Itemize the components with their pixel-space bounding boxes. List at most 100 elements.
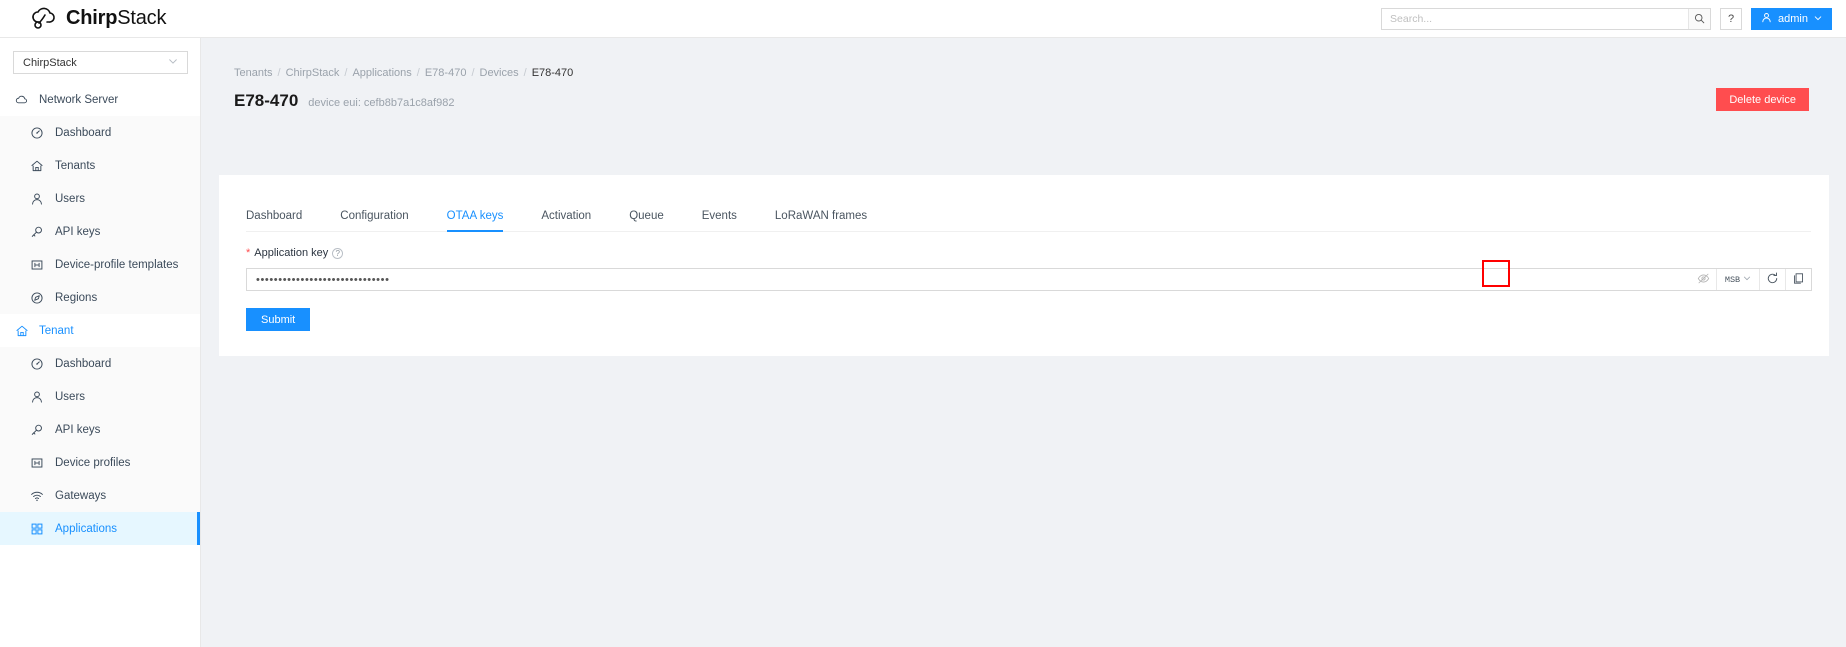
sidebar-item-device-profiles[interactable]: Device profiles <box>0 446 200 479</box>
tab-dashboard[interactable]: Dashboard <box>246 210 302 231</box>
sidebar-item-applications[interactable]: Applications <box>0 512 200 545</box>
sidebar-group-label: Tenant <box>39 325 74 337</box>
search-button[interactable] <box>1688 9 1710 29</box>
sidebar-item-label: Gateways <box>55 490 106 502</box>
cloud-icon <box>15 93 29 107</box>
user-icon <box>30 390 44 404</box>
sidebar-item-label: Device-profile templates <box>55 259 178 271</box>
brand-logo-area[interactable]: ChirpStack <box>28 6 166 32</box>
sidebar-subnav: Dashboard Tenants Users API keys Device-prof… <box>0 116 200 314</box>
brand-title: ChirpStack <box>66 7 166 30</box>
page-title-row: E78-470 device eui: cefb8b7a1c8af982 <box>234 91 1846 111</box>
breadcrumb-item[interactable]: E78-470 <box>425 67 467 79</box>
tab-queue[interactable]: Queue <box>629 210 664 231</box>
submit-button[interactable]: Submit <box>246 308 310 331</box>
sidebar-item-tenants[interactable]: Tenants <box>0 149 200 182</box>
gauge-icon <box>30 357 44 371</box>
question-circle-icon[interactable]: ? <box>332 248 343 259</box>
header-actions: ? admin <box>1381 0 1832 38</box>
search-input[interactable] <box>1382 9 1688 29</box>
tenant-selector-wrap: ChirpStack <box>0 38 200 83</box>
refresh-icon <box>1766 272 1779 288</box>
required-marker: * <box>246 248 250 259</box>
sidebar-item-dashboard[interactable]: Dashboard <box>0 116 200 149</box>
wifi-icon <box>30 489 44 503</box>
sidebar-item-label: Users <box>55 193 85 205</box>
sidebar-item-regions[interactable]: Regions <box>0 281 200 314</box>
breadcrumb-separator: / <box>524 67 527 79</box>
sidebar-item-label: Regions <box>55 292 97 304</box>
copy-key-button[interactable] <box>1785 269 1811 290</box>
user-menu-button[interactable]: admin <box>1751 8 1832 30</box>
device-profile-icon <box>30 456 44 470</box>
sidebar-item-api-keys[interactable]: API keys <box>0 413 200 446</box>
user-menu-label: admin <box>1778 13 1808 25</box>
application-key-label-row: * Application key ? <box>246 247 1829 259</box>
home-icon <box>15 324 29 338</box>
sidebar-item-dashboard[interactable]: Dashboard <box>0 347 200 380</box>
user-icon <box>30 192 44 206</box>
sidebar-group-network-server[interactable]: Network Server <box>0 83 200 116</box>
breadcrumb-separator: / <box>417 67 420 79</box>
brand-title-light: Stack <box>117 7 166 29</box>
breadcrumb-item[interactable]: Tenants <box>234 67 273 79</box>
sidebar-subnav: Dashboard Users API keys Device profiles Gat… <box>0 347 200 545</box>
otaa-keys-card: Dashboard Configuration OTAA keys Activatio… <box>219 175 1829 356</box>
breadcrumb-item: E78-470 <box>532 67 574 79</box>
page-subtitle: device eui: cefb8b7a1c8af982 <box>308 97 454 109</box>
sidebar-group-label: Network Server <box>39 94 118 106</box>
device-profile-icon <box>30 258 44 272</box>
sidebar-item-label: API keys <box>55 424 100 436</box>
sidebar-item-label: API keys <box>55 226 100 238</box>
sidebar-item-label: Tenants <box>55 160 95 172</box>
gauge-icon <box>30 126 44 140</box>
sidebar-item-label: Users <box>55 391 85 403</box>
apps-grid-icon <box>30 522 44 536</box>
delete-device-button[interactable]: Delete device <box>1716 88 1809 111</box>
sidebar-item-label: Dashboard <box>55 358 111 370</box>
user-icon <box>1761 12 1772 26</box>
sidebar-item-device-profile-templates[interactable]: Device-profile templates <box>0 248 200 281</box>
key-icon <box>30 225 44 239</box>
breadcrumb-separator: / <box>344 67 347 79</box>
sidebar-item-api-keys[interactable]: API keys <box>0 215 200 248</box>
breadcrumb-separator: / <box>278 67 281 79</box>
top-header: ChirpStack ? ad <box>0 0 1846 38</box>
sidebar-item-users[interactable]: Users <box>0 380 200 413</box>
chevron-down-icon <box>168 56 178 69</box>
chevron-down-icon <box>1814 13 1822 25</box>
home-icon <box>30 159 44 173</box>
breadcrumb-item[interactable]: Applications <box>352 67 411 79</box>
breadcrumb-item[interactable]: ChirpStack <box>286 67 340 79</box>
key-icon <box>30 423 44 437</box>
sidebar-item-label: Device profiles <box>55 457 130 469</box>
tab-activation[interactable]: Activation <box>541 210 591 231</box>
endianness-select[interactable]: MSB <box>1716 269 1759 290</box>
chirpstack-cloud-logo-icon <box>28 6 58 32</box>
question-mark-icon: ? <box>1728 13 1734 25</box>
tab-lorawan-frames[interactable]: LoRaWAN frames <box>775 210 867 231</box>
tab-configuration[interactable]: Configuration <box>340 210 408 231</box>
help-button[interactable]: ? <box>1720 8 1742 30</box>
sidebar: ChirpStack Network Server Dashboard Tenant… <box>0 38 201 647</box>
eye-invisible-icon <box>1697 272 1710 288</box>
compass-icon <box>30 291 44 305</box>
sidebar-group-tenant[interactable]: Tenant <box>0 314 200 347</box>
tab-events[interactable]: Events <box>702 210 737 231</box>
breadcrumb-separator: / <box>471 67 474 79</box>
page-title: E78-470 <box>234 91 298 111</box>
chevron-down-icon <box>1743 274 1751 285</box>
search-box[interactable] <box>1381 8 1711 30</box>
regenerate-key-button[interactable] <box>1759 269 1785 290</box>
application-key-label: Application key <box>254 247 328 259</box>
tenant-selector-value: ChirpStack <box>23 57 77 69</box>
sidebar-item-gateways[interactable]: Gateways <box>0 479 200 512</box>
brand-title-bold: Chirp <box>66 7 117 29</box>
application-key-input[interactable] <box>247 269 1690 290</box>
sidebar-item-users[interactable]: Users <box>0 182 200 215</box>
tab-otaa-keys[interactable]: OTAA keys <box>447 210 504 231</box>
search-icon <box>1694 12 1705 27</box>
toggle-key-visibility-button[interactable] <box>1690 269 1716 290</box>
tenant-selector[interactable]: ChirpStack <box>13 51 188 74</box>
breadcrumb-item[interactable]: Devices <box>480 67 519 79</box>
